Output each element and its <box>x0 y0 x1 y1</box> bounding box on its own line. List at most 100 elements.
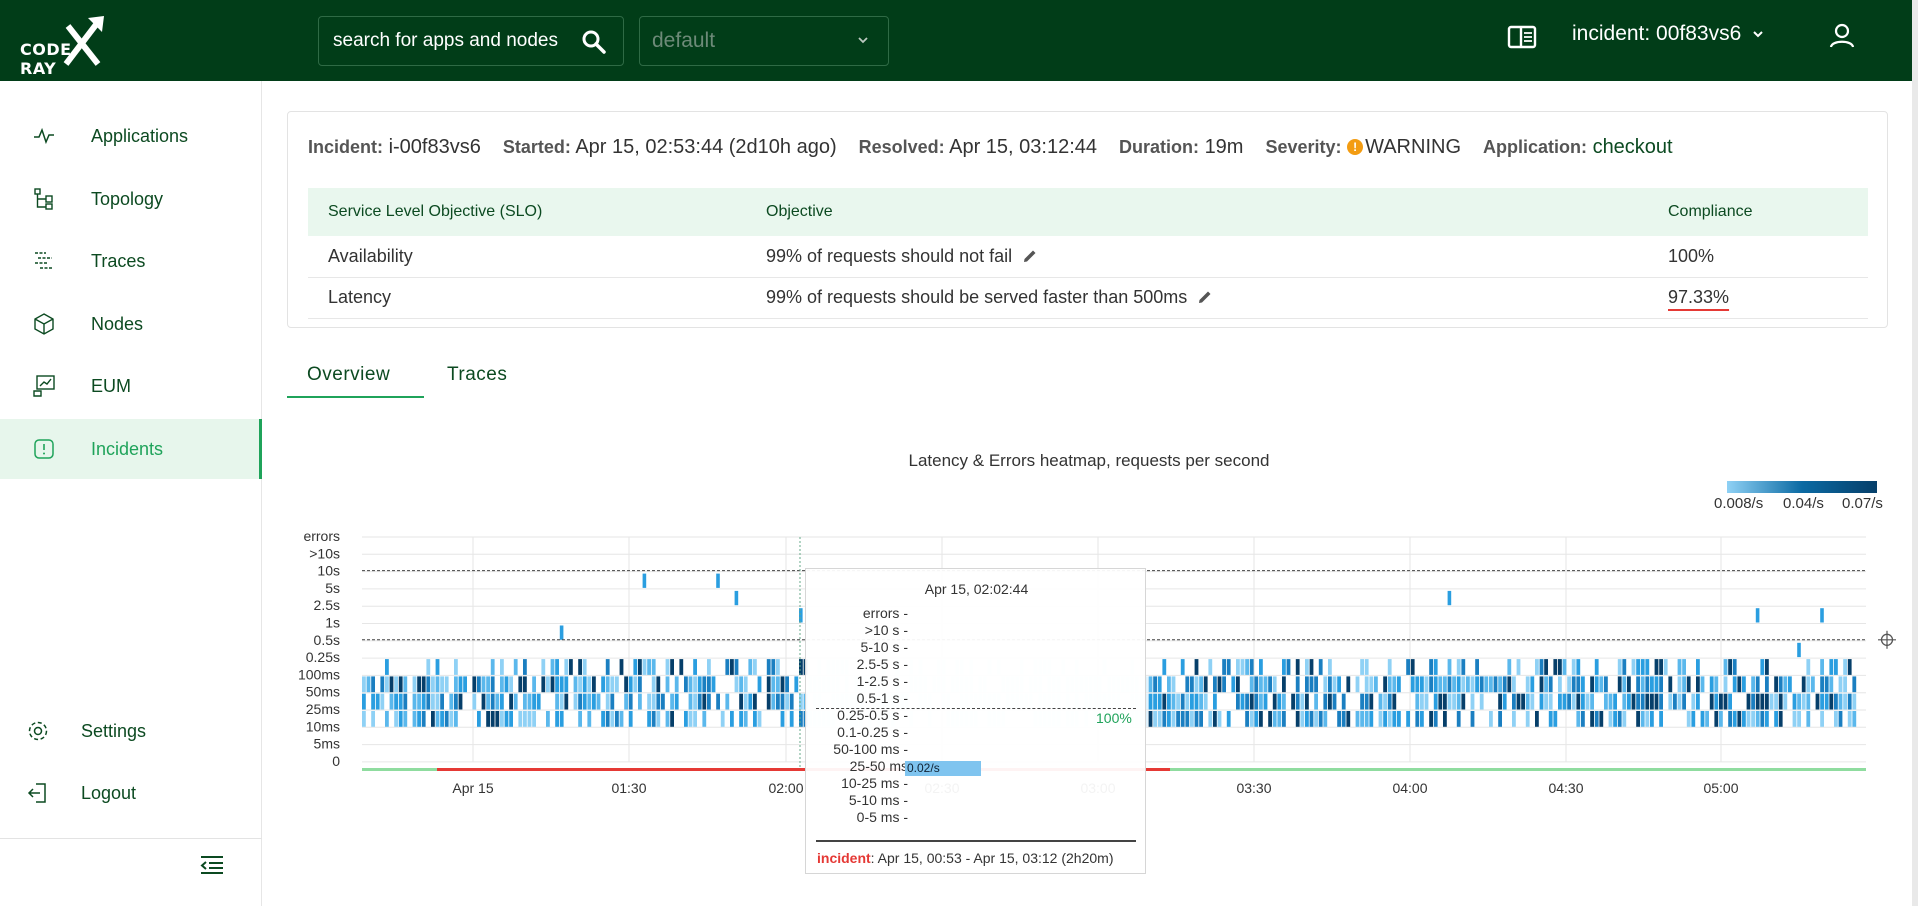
heatmap-cell <box>1185 676 1190 693</box>
heatmap-cell <box>661 693 665 710</box>
heatmap-cell <box>647 659 651 675</box>
heatmap-cell <box>375 693 380 710</box>
heatmap-cell <box>1838 711 1843 727</box>
legend-label-mid: 0.04/s <box>1783 495 1824 512</box>
heatmap-cell <box>385 659 389 675</box>
heatmap-cell <box>776 693 780 710</box>
heatmap-cell <box>532 693 536 710</box>
sidebar-item-nodes[interactable]: Nodes <box>0 294 262 354</box>
heatmap-cell <box>1742 711 1746 727</box>
heatmap-cell <box>1498 693 1502 710</box>
heatmap-cell <box>1433 711 1438 727</box>
settings-link[interactable]: Settings <box>0 706 262 756</box>
heatmap-cell <box>1355 676 1360 693</box>
tab-traces[interactable]: Traces <box>447 364 507 386</box>
heatmap-cell <box>421 693 426 710</box>
heatmap-cell <box>1447 590 1452 606</box>
heatmap-cell <box>444 711 449 727</box>
heatmap-cell <box>412 676 417 693</box>
heatmap-cell <box>619 659 624 675</box>
heatmap-cell <box>771 659 776 675</box>
heatmap-cell <box>1820 693 1824 710</box>
search-box[interactable]: search for apps and nodes <box>318 16 624 66</box>
heatmap-cell <box>1406 659 1410 675</box>
heatmap-cell <box>1797 711 1801 727</box>
heatmap-cell <box>780 676 785 693</box>
tooltip-time: Apr 15, 02:02:44 <box>924 581 1029 597</box>
heatmap-cell <box>1746 711 1751 727</box>
heatmap-cell <box>739 693 743 710</box>
heatmap-cell <box>1815 693 1820 710</box>
slo-compliance: 97.33% <box>1668 287 1730 307</box>
tab-overview[interactable]: Overview <box>307 364 390 386</box>
heatmap-cell <box>1318 659 1323 675</box>
heatmap-cell <box>1829 676 1834 693</box>
heatmap-cell <box>1249 693 1254 710</box>
heatmap-cell <box>523 659 527 675</box>
heatmap-cell <box>500 676 504 693</box>
heatmap-cell <box>1824 693 1829 710</box>
heatmap-cell <box>1650 676 1654 693</box>
heatmap-cell <box>1645 693 1650 710</box>
pencil-icon[interactable] <box>1197 289 1213 305</box>
heatmap-cell <box>362 676 366 693</box>
heatmap-cell <box>1277 711 1282 727</box>
logout-link[interactable]: Logout <box>0 768 262 818</box>
logout-label: Logout <box>81 782 137 803</box>
sidebar-item-traces[interactable]: Traces <box>0 231 262 291</box>
heatmap-cell <box>693 693 697 710</box>
heatmap-cell <box>564 693 569 710</box>
book-open-icon[interactable] <box>1507 25 1537 49</box>
heatmap-cell <box>1263 693 1268 710</box>
heatmap-cell <box>707 693 711 710</box>
heatmap-cell <box>1737 676 1742 693</box>
chart-title: Latency & Errors heatmap, requests per s… <box>908 451 1270 470</box>
heatmap-cell <box>573 693 578 710</box>
heatmap-cell <box>380 693 385 710</box>
heatmap-cell <box>1259 711 1263 727</box>
heatmap-cell <box>1447 659 1452 675</box>
heatmap-cell <box>651 659 656 675</box>
user-icon[interactable] <box>1828 22 1856 50</box>
pencil-icon[interactable] <box>1022 248 1038 264</box>
heatmap-cell <box>1162 711 1167 727</box>
heatmap-cell <box>1443 711 1447 727</box>
heatmap-cell <box>615 711 619 727</box>
sidebar-item-applications[interactable]: Applications <box>0 106 262 166</box>
heatmap-cell <box>1765 659 1769 675</box>
heatmap-cell <box>1562 693 1567 710</box>
top-bar: CODERAY search for apps and nodes defaul… <box>0 0 1918 81</box>
logo[interactable]: CODERAY <box>18 14 128 78</box>
heatmap-cell <box>1328 676 1332 693</box>
heatmap-cell <box>656 711 661 727</box>
heatmap-cell <box>564 659 569 675</box>
heatmap-cell <box>1245 693 1249 710</box>
sidebar-item-eum[interactable]: EUM <box>0 356 262 416</box>
heatmap-cell <box>1539 659 1544 675</box>
heatmap-cell <box>1640 676 1645 693</box>
heatmap-cell <box>1456 659 1461 675</box>
heatmap-cell <box>1696 676 1700 693</box>
x-tick-label: 04:00 <box>1392 780 1427 796</box>
application-link[interactable]: checkout <box>1593 136 1673 158</box>
heatmap-cell <box>1829 693 1834 710</box>
heatmap-cell <box>1576 659 1581 675</box>
heatmap-cell <box>1461 693 1466 710</box>
legend-label-high: 0.07/s <box>1842 495 1883 512</box>
incident-selector[interactable]: incident: 00f83vs6 <box>1572 22 1765 46</box>
heatmap-cell <box>431 693 435 710</box>
collapse-sidebar-icon[interactable] <box>199 854 225 876</box>
incident-id-label: Incident: <box>308 137 383 157</box>
heatmap-cell <box>1613 711 1617 727</box>
search-icon[interactable] <box>581 29 607 55</box>
heatmap-cell <box>559 711 564 727</box>
heatmap-cell <box>1240 693 1245 710</box>
sidebar-item-topology[interactable]: Topology <box>0 169 262 229</box>
heatmap-cell <box>1167 711 1171 727</box>
heatmap-cell <box>1153 711 1157 727</box>
search-input[interactable]: search for apps and nodes <box>333 30 558 52</box>
heatmap-cell <box>596 693 601 710</box>
heatmap-cell <box>1180 711 1185 727</box>
project-select[interactable]: default <box>639 16 889 66</box>
heatmap-cell <box>513 659 518 675</box>
